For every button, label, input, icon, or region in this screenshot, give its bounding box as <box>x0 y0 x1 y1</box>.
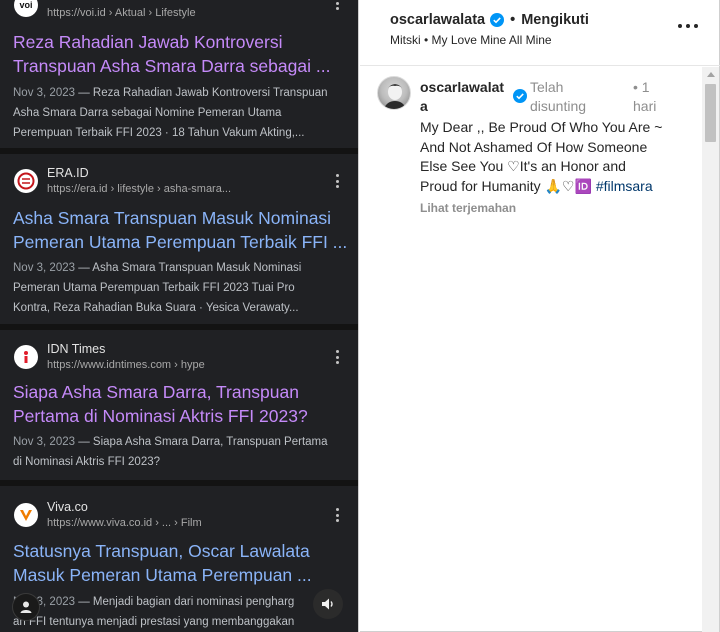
snippet-line: di Nominasi Aktris FFI 2023? <box>13 456 161 468</box>
post-author-row: oscarlawalata • Mengikuti <box>390 12 589 28</box>
result-source-name: ERA.ID <box>47 166 89 180</box>
caption-line: My Dear ,, Be Proud Of Who You Are ~ <box>420 119 663 135</box>
result-snippet: Nov 3, 2023 — Reza Rahadian Jawab Kontro… <box>13 83 349 143</box>
caption-username-line[interactable]: oscarlawalat <box>420 78 504 97</box>
post-header: oscarlawalata • Mengikuti Mitski • My Lo… <box>360 0 720 66</box>
caption-line: Proud for Humanity 🙏♡🆔 <box>420 177 592 194</box>
result-url: https://voi.id › Aktual › Lifestyle <box>47 7 196 19</box>
more-horiz-icon[interactable] <box>678 24 698 30</box>
result-title[interactable]: Statusnya Transpuan, Oscar Lawalata Masu… <box>13 539 343 587</box>
result-title-line[interactable]: Pertama di Nominasi Aktris FFI 2023? <box>13 404 343 428</box>
result-snippet: Nov 3, 2023 — Siapa Asha Smara Darra, Tr… <box>13 432 349 472</box>
search-result-era[interactable]: ERA.ID https://era.id › lifestyle › asha… <box>0 154 358 324</box>
result-source-name: Viva.co <box>47 500 88 514</box>
result-title-line[interactable]: Siapa Asha Smara Darra, Transpuan <box>13 380 343 404</box>
result-title[interactable]: Asha Smara Transpuan Masuk Nominasi Peme… <box>13 206 347 254</box>
snippet-line: Pemeran Utama Perempuan Terbaik FFI 2023… <box>13 282 295 294</box>
result-title-line[interactable]: Asha Smara Transpuan Masuk Nominasi <box>13 206 343 230</box>
result-source-name: IDN Times <box>47 342 106 356</box>
edited-line: Telah <box>530 79 564 95</box>
music-label[interactable]: Mitski • My Love Mine All Mine <box>390 33 552 47</box>
hashtag-link[interactable]: #filmsara <box>596 178 653 194</box>
caption-line: Else See You ♡It's an Honor and <box>420 158 626 174</box>
scrollbar-thumb[interactable] <box>705 84 716 142</box>
result-date: Nov 3, 2023 <box>13 436 76 448</box>
following-button[interactable]: Mengikuti <box>521 12 589 28</box>
result-source[interactable]: voi https://voi.id › Aktual › Lifestyle <box>14 0 354 20</box>
search-result-voi[interactable]: voi https://voi.id › Aktual › Lifestyle … <box>0 0 358 148</box>
snippet-dash: — <box>78 596 90 608</box>
caption-text: My Dear ,, Be Proud Of Who You Are ~ And… <box>420 118 695 196</box>
result-date: Nov 3, 2023 <box>13 87 76 99</box>
result-date: Nov 3, 2023 <box>13 262 76 274</box>
scrollbar[interactable] <box>702 67 719 632</box>
snippet-line: Menjadi bagian dari nominasi pengharg <box>92 596 295 608</box>
separator-dot: • <box>510 12 516 28</box>
post-author-username[interactable]: oscarlawalata <box>390 12 485 28</box>
era-logo-icon <box>14 169 38 193</box>
post-time[interactable]: • 1 hari <box>633 78 656 116</box>
caption-username[interactable]: oscarlawalat a <box>420 78 504 116</box>
voi-logo-icon: voi <box>14 0 38 17</box>
caption-line: And Not Ashamed Of How Someone <box>420 138 648 155</box>
snippet-line: Asha Smara Transpuan Masuk Nominasi <box>92 262 302 274</box>
speaker-icon[interactable] <box>313 589 343 619</box>
search-result-viva[interactable]: Viva.co https://www.viva.co.id › ... › F… <box>0 486 358 632</box>
user-icon[interactable] <box>12 593 40 621</box>
result-snippet: Nov 3, 2023 — Menjadi bagian dari nomina… <box>13 592 349 632</box>
snippet-line: Reza Rahadian Jawab Kontroversi Transpua… <box>92 87 328 99</box>
result-title-line[interactable]: Masuk Pemeran Utama Perempuan ... <box>13 563 343 587</box>
result-source[interactable]: IDN Times https://www.idntimes.com › hyp… <box>14 342 354 372</box>
avatar[interactable] <box>377 76 411 110</box>
snippet-dash: — <box>78 436 90 448</box>
idn-logo-icon <box>14 345 38 369</box>
result-title-line[interactable]: Pemeran Utama Perempuan Terbaik FFI ... <box>13 230 347 254</box>
search-results-panel: voi https://voi.id › Aktual › Lifestyle … <box>0 0 359 632</box>
snippet-line: Kontra, Reza Rahadian Buka Suara · Yesic… <box>13 302 299 314</box>
snippet-dash: — <box>78 87 90 99</box>
more-vert-icon[interactable] <box>332 348 342 366</box>
scroll-up-arrow-icon[interactable] <box>707 72 715 77</box>
caption-area: oscarlawalat a Telah disunting • 1 hari … <box>360 67 702 632</box>
post-time-line[interactable]: hari <box>633 97 656 116</box>
snippet-line: Perempuan Terbaik FFI 2023 · 18 Tahun Va… <box>13 127 305 139</box>
caption-username-line[interactable]: a <box>420 97 504 116</box>
result-title[interactable]: Siapa Asha Smara Darra, Transpuan Pertam… <box>13 380 343 428</box>
search-result-idn[interactable]: IDN Times https://www.idntimes.com › hyp… <box>0 330 358 480</box>
instagram-post-panel: oscarlawalata • Mengikuti Mitski • My Lo… <box>360 0 720 632</box>
post-time-line[interactable]: • 1 <box>633 78 656 97</box>
result-url: https://era.id › lifestyle › asha-smara.… <box>47 183 232 195</box>
result-title-line[interactable]: Statusnya Transpuan, Oscar Lawalata <box>13 539 343 563</box>
viva-logo-icon <box>14 503 38 527</box>
result-title[interactable]: Reza Rahadian Jawab Kontroversi Transpua… <box>13 30 343 78</box>
verified-badge-icon <box>490 13 505 27</box>
result-url: https://www.viva.co.id › ... › Film <box>47 517 202 529</box>
verified-badge-icon <box>513 89 527 103</box>
snippet-line: Siapa Asha Smara Darra, Transpuan Pertam… <box>92 436 328 448</box>
see-translation-button[interactable]: Lihat terjemahan <box>420 201 516 215</box>
more-vert-icon[interactable] <box>332 172 342 190</box>
result-title-line[interactable]: Transpuan Asha Smara Darra sebagai ... <box>13 54 343 78</box>
snippet-line: Asha Smara Darra sebagai Nomine Pemeran … <box>13 107 282 119</box>
result-url: https://www.idntimes.com › hype <box>47 359 205 371</box>
snippet-line: an FFI tentunya menjadi prestasi yang me… <box>13 616 295 628</box>
snippet-dash: — <box>78 262 90 274</box>
more-vert-icon[interactable] <box>332 0 342 12</box>
result-title-line[interactable]: Reza Rahadian Jawab Kontroversi <box>13 30 343 54</box>
edited-line: disunting <box>530 98 587 114</box>
more-vert-icon[interactable] <box>332 506 342 524</box>
result-source[interactable]: Viva.co https://www.viva.co.id › ... › F… <box>14 500 354 530</box>
result-snippet: Nov 3, 2023 — Asha Smara Transpuan Masuk… <box>13 258 349 318</box>
edited-label: Telah disunting <box>530 78 586 116</box>
result-source[interactable]: ERA.ID https://era.id › lifestyle › asha… <box>14 166 354 196</box>
